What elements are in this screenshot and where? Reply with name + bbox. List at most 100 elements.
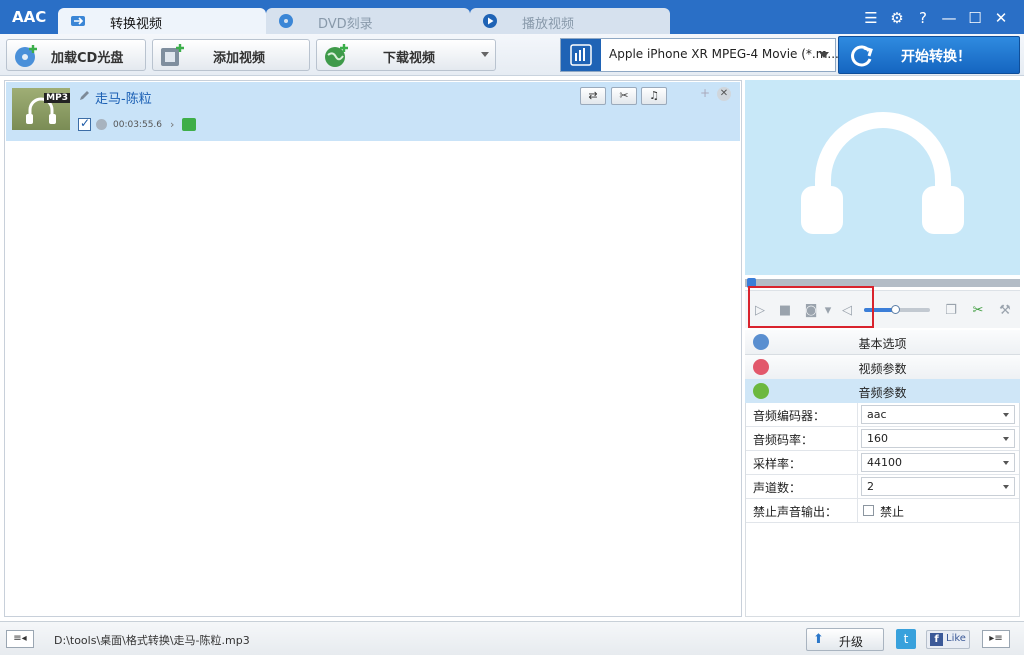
audio-bitrate-select[interactable]: 160 — [861, 429, 1015, 448]
add-video-label: 添加视频 — [213, 47, 265, 66]
close-icon[interactable]: ✕ — [988, 8, 1014, 28]
facebook-like-button[interactable]: f Like — [926, 630, 970, 649]
load-cd-label: 加载CD光盘 — [51, 47, 123, 66]
param-row: 禁止声音输出： 禁止 — [746, 499, 1019, 523]
channels-select[interactable]: 2 — [861, 477, 1015, 496]
add-video-button[interactable]: 添加视频 — [152, 39, 310, 71]
section-video-params[interactable]: 视频参数 — [745, 355, 1020, 380]
param-value: 2 — [867, 480, 874, 493]
param-row: 采样率： 44100 — [746, 451, 1019, 475]
phone-icon — [182, 118, 196, 131]
download-video-button[interactable]: 下载视频 — [316, 39, 496, 71]
convert-icon — [70, 13, 86, 29]
audio-encoder-select[interactable]: aac — [861, 405, 1015, 424]
chevron-down-icon — [819, 52, 829, 58]
tab-convert-video[interactable]: 转换视频 — [58, 8, 266, 34]
section-label: 基本选项 — [745, 335, 1020, 352]
headphones-icon — [745, 80, 1020, 275]
tab-label: 播放视频 — [522, 13, 574, 32]
section-audio-params[interactable]: 音频参数 — [745, 379, 1020, 404]
divider — [857, 451, 858, 475]
menu-icon[interactable]: ☰ — [858, 8, 884, 28]
panel-toggle-icon[interactable]: ▸≡ — [982, 630, 1010, 648]
status-bar: ≡◂ D:\tools\桌面\格式转换\走马-陈粒.mp3 ⬆ 升级 t f L… — [0, 621, 1024, 655]
divider — [857, 475, 858, 499]
file-list: MP3 走马-陈粒 00:03:55.6 › ⇄ ✂ ♫ + ✕ — [4, 80, 742, 617]
convert-row-button[interactable]: ⇄ — [580, 87, 606, 105]
start-convert-label: 开始转换！ — [901, 46, 971, 66]
pencil-icon[interactable] — [78, 90, 90, 102]
param-row: 声道数： 2 — [746, 475, 1019, 499]
start-convert-button[interactable]: 开始转换！ — [838, 36, 1020, 74]
param-row: 音频编码器： aac — [746, 403, 1019, 427]
up-arrow-icon: ⬆ — [813, 633, 827, 647]
divider — [857, 403, 858, 427]
output-format-select[interactable]: Apple iPhone XR MPEG-4 Movie (*.m... — [560, 38, 836, 72]
tab-label: DVD刻录 — [318, 13, 373, 32]
gear-icon[interactable]: ⚙ — [884, 8, 910, 28]
section-basic-options[interactable]: 基本选项 — [745, 330, 1020, 355]
download-video-label: 下载视频 — [383, 47, 435, 66]
param-value: 44100 — [867, 456, 902, 469]
file-name[interactable]: 走马-陈粒 — [95, 88, 152, 107]
audio-track-icon[interactable]: ♫ — [641, 87, 667, 105]
highlight-box — [748, 286, 874, 328]
chevron-down-icon — [1003, 437, 1009, 441]
chevron-down-icon[interactable] — [481, 52, 489, 57]
wrench-icon[interactable]: ⚒ — [997, 303, 1013, 319]
section-label: 视频参数 — [745, 360, 1020, 377]
film-icon — [159, 43, 185, 69]
play-circle-icon — [482, 13, 498, 29]
disable-audio-label: 禁止 — [880, 503, 904, 520]
tab-label: 转换视频 — [110, 13, 162, 32]
tab-dvd-burn[interactable]: DVD刻录 — [266, 8, 470, 34]
param-value: 160 — [867, 432, 888, 445]
clock-icon — [96, 119, 107, 130]
format-icon — [561, 39, 601, 71]
window-controls: ☰ ⚙ ? — ☐ ✕ — [858, 8, 1014, 28]
param-label: 音频编码器： — [753, 407, 825, 424]
sample-rate-select[interactable]: 44100 — [861, 453, 1015, 472]
minimize-icon[interactable]: — — [936, 8, 962, 28]
plus-icon[interactable]: + — [700, 86, 710, 100]
like-label: Like — [946, 633, 966, 644]
audio-thumbnail: MP3 — [12, 88, 70, 130]
section-label: 音频参数 — [745, 384, 1020, 401]
file-duration: 00:03:55.6 — [113, 120, 162, 130]
scissors-icon[interactable]: ✂ — [970, 303, 986, 319]
tab-play-video[interactable]: 播放视频 — [470, 8, 670, 34]
file-checkbox[interactable] — [78, 118, 91, 131]
param-label: 音频码率： — [753, 431, 813, 448]
format-badge: MP3 — [44, 93, 70, 103]
param-label: 声道数： — [753, 479, 801, 496]
refresh-icon — [849, 43, 875, 69]
chevron-down-icon — [1003, 413, 1009, 417]
volume-handle[interactable] — [891, 305, 900, 314]
load-cd-button[interactable]: 加载CD光盘 — [6, 39, 146, 71]
list-toggle-icon[interactable]: ≡◂ — [6, 630, 34, 648]
upgrade-button[interactable]: ⬆ 升级 — [806, 628, 884, 651]
divider — [857, 427, 858, 451]
preview-pane — [745, 80, 1020, 275]
list-item[interactable]: MP3 走马-陈粒 00:03:55.6 › ⇄ ✂ ♫ + ✕ — [6, 82, 740, 141]
upgrade-label: 升级 — [839, 633, 863, 650]
maximize-icon[interactable]: ☐ — [962, 8, 988, 28]
globe-icon — [323, 43, 349, 69]
disc-icon — [278, 13, 294, 29]
close-icon[interactable]: ✕ — [717, 87, 731, 101]
divider — [857, 499, 858, 523]
scissors-icon[interactable]: ✂ — [611, 87, 637, 105]
disable-audio-checkbox[interactable] — [863, 505, 874, 516]
param-label: 采样率： — [753, 455, 801, 472]
help-icon[interactable]: ? — [910, 8, 936, 28]
file-path: D:\tools\桌面\格式转换\走马-陈粒.mp3 — [54, 632, 250, 648]
title-bar: AAC 转换视频 DVD刻录 播放视频 ☰ ⚙ ? — ☐ ✕ — [0, 0, 1024, 34]
copy-icon[interactable]: ❐ — [943, 303, 959, 319]
param-value: aac — [867, 408, 887, 421]
audio-params-table: 音频编码器： aac 音频码率： 160 采样率： 44100 声道数： 2 禁… — [745, 403, 1020, 617]
twitter-icon[interactable]: t — [896, 629, 916, 649]
facebook-icon: f — [930, 633, 943, 646]
format-value: Apple iPhone XR MPEG-4 Movie (*.m... — [609, 47, 839, 61]
param-label: 禁止声音输出： — [753, 503, 837, 520]
param-row: 音频码率： 160 — [746, 427, 1019, 451]
